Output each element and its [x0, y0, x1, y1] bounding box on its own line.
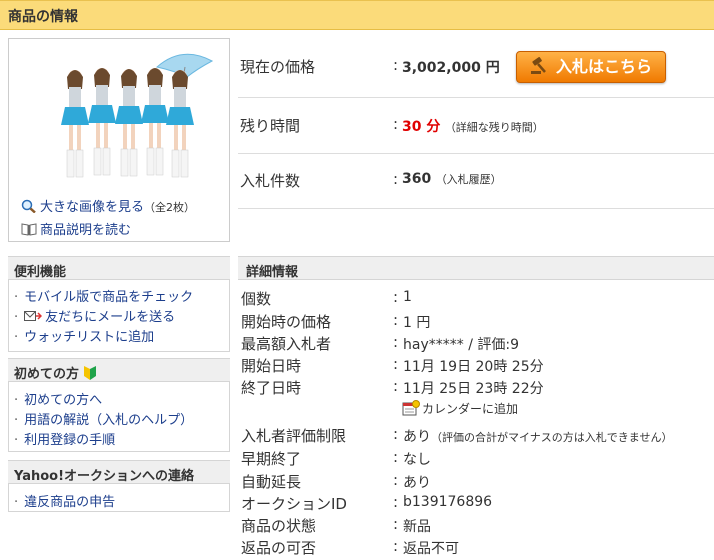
detail-value: 1 円 — [403, 315, 431, 331]
list-item: · 利用登録の手順 — [14, 433, 116, 448]
time-left-colon: : — [393, 115, 399, 133]
detail-label: 終了日時 — [241, 379, 302, 397]
calendar-link[interactable]: カレンダーに追加 — [422, 402, 518, 416]
image-count: （全2枚） — [144, 201, 196, 214]
calendar-add: カレンダーに追加 — [402, 400, 518, 417]
send-to-friend-link[interactable]: 友だちにメールを送る — [45, 310, 175, 325]
detail-value: b139176896 — [403, 494, 493, 510]
price-value: 3,002,000 円 — [402, 60, 500, 76]
product-photo[interactable] — [47, 47, 215, 187]
beginners-heading: 初めての方 — [8, 358, 230, 382]
bid-count-value-group: 360 （入札履歴） — [402, 171, 502, 187]
detail-colon: : — [393, 537, 399, 555]
detail-colon: : — [393, 425, 399, 443]
detail-note: （評価の合計がマイナスの方は入札できません） — [431, 431, 673, 444]
list-item: · ウォッチリストに追加 — [14, 330, 155, 345]
detail-value: 11月 25日 23時 22分 — [403, 381, 544, 397]
mobile-check-link[interactable]: モバイル版で商品をチェック — [24, 290, 193, 305]
magnifier-icon — [21, 199, 36, 213]
registration-link[interactable]: 利用登録の手順 — [24, 433, 115, 448]
detail-colon: : — [393, 515, 399, 533]
time-detail-link[interactable]: （詳細な残り時間） — [445, 121, 544, 134]
divider — [238, 208, 714, 209]
bid-button-label: 入札はこちら — [555, 57, 652, 76]
time-left-value-group: 30 分 （詳細な残り時間） — [402, 116, 544, 136]
detail-value: 11月 19日 20時 25分 — [403, 359, 544, 375]
detail-label: 早期終了 — [241, 450, 302, 468]
description-link[interactable]: 商品説明を読む — [40, 223, 131, 238]
detail-colon: : — [393, 471, 399, 489]
detail-label: 個数 — [241, 290, 272, 308]
large-image-link[interactable]: 大きな画像を見る — [40, 200, 144, 215]
calendar-icon — [402, 400, 420, 416]
section-title: 商品の情報 — [8, 9, 78, 25]
bid-history-link[interactable]: （入札履歴） — [436, 173, 502, 186]
detail-value: 新品 — [403, 519, 431, 535]
time-left-value: 30 分 — [402, 119, 441, 135]
mail-icon — [24, 311, 43, 321]
detail-label: 開始日時 — [241, 357, 302, 375]
price-label: 現在の価格 — [240, 58, 316, 76]
convenience-heading: 便利機能 — [8, 256, 230, 280]
detail-label: オークションID — [241, 495, 347, 513]
divider — [238, 153, 714, 154]
detail-label: 最高額入札者 — [241, 335, 332, 353]
time-left-label: 残り時間 — [240, 117, 301, 135]
read-description: 商品説明を読む — [21, 219, 131, 238]
details-heading: 詳細情報 — [238, 256, 714, 280]
detail-colon: : — [393, 493, 399, 511]
gavel-icon — [530, 57, 546, 74]
detail-colon: : — [393, 311, 399, 329]
section-header: 商品の情報 — [0, 0, 714, 30]
detail-colon: : — [393, 333, 399, 351]
glossary-link[interactable]: 用語の解説（入札のヘルプ） — [24, 413, 193, 428]
detail-value: あり — [403, 475, 431, 491]
detail-value: hay***** / 評価:9 — [403, 337, 519, 353]
contact-heading: Yahoo!オークションへの連絡 — [8, 460, 230, 484]
detail-label: 返品の可否 — [241, 539, 317, 557]
view-large-image: 大きな画像を見る（全2枚） — [21, 196, 195, 215]
list-item: · モバイル版で商品をチェック — [14, 290, 194, 305]
list-item: · 初めての方へ — [14, 393, 103, 408]
bid-count-value: 360 — [402, 171, 432, 187]
detail-colon: : — [393, 288, 399, 306]
bid-button[interactable]: 入札はこちら — [516, 51, 666, 83]
watchlist-link[interactable]: ウォッチリストに追加 — [24, 330, 154, 345]
list-item: · 友だちにメールを送る — [14, 310, 176, 325]
detail-value: なし — [403, 452, 431, 468]
product-image-panel: 大きな画像を見る（全2枚） 商品説明を読む — [8, 38, 230, 242]
detail-value: 1 — [403, 289, 412, 305]
price-colon: : — [393, 56, 399, 74]
divider — [238, 97, 714, 98]
list-item: · 違反商品の申告 — [14, 495, 116, 510]
bid-count-label: 入札件数 — [240, 172, 301, 190]
beginners-title: 初めての方 — [14, 367, 80, 382]
report-violation-link[interactable]: 違反商品の申告 — [24, 495, 115, 510]
beginner-mark-icon — [84, 366, 97, 380]
list-item: · 用語の解説（入札のヘルプ） — [14, 413, 194, 428]
detail-label: 自動延長 — [241, 473, 302, 491]
detail-colon: : — [393, 377, 399, 395]
detail-label: 商品の状態 — [241, 517, 317, 535]
detail-value: あり — [403, 429, 431, 445]
detail-label: 入札者評価制限 — [241, 427, 347, 445]
detail-colon: : — [393, 355, 399, 373]
detail-label: 開始時の価格 — [241, 313, 332, 331]
bid-count-colon: : — [393, 170, 399, 188]
detail-value-group: あり（評価の合計がマイナスの方は入札できません） — [403, 426, 672, 446]
beginners-guide-link[interactable]: 初めての方へ — [24, 393, 102, 408]
book-icon — [21, 223, 37, 236]
detail-value: 返品不可 — [403, 541, 459, 557]
detail-colon: : — [393, 448, 399, 466]
